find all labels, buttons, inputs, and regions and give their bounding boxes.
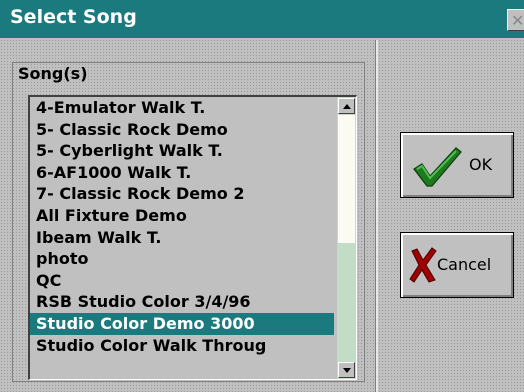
- title-bar: Select Song ✕: [0, 0, 524, 38]
- songs-group-label: Song(s): [18, 64, 88, 83]
- song-list: 4-Emulator Walk T. 5- Classic Rock Demo 5-…: [30, 97, 334, 356]
- list-scrollbar[interactable]: [337, 97, 356, 379]
- checkmark-icon: [411, 145, 463, 193]
- select-song-dialog: Select Song ✕ Song(s) 4-Emulator Walk T.…: [0, 0, 524, 392]
- cancel-button[interactable]: Cancel: [400, 232, 514, 298]
- cancel-button-label: Cancel: [437, 255, 492, 274]
- song-list-item[interactable]: photo: [30, 248, 334, 270]
- scroll-down-button[interactable]: [338, 362, 355, 378]
- song-list-item[interactable]: 4-Emulator Walk T.: [30, 97, 334, 119]
- song-listbox[interactable]: 4-Emulator Walk T. 5- Classic Rock Demo 5-…: [28, 95, 357, 380]
- panel-divider: [375, 40, 378, 392]
- scroll-up-button[interactable]: [338, 98, 355, 114]
- ok-button[interactable]: OK: [400, 132, 514, 198]
- x-mark-icon: [408, 247, 438, 287]
- close-icon: ✕: [511, 11, 524, 30]
- song-list-item[interactable]: Studio Color Walk Throug: [30, 335, 334, 357]
- song-list-item[interactable]: Studio Color Demo 3000: [30, 312, 334, 335]
- close-button[interactable]: ✕: [507, 9, 524, 31]
- window-title: Select Song: [10, 6, 137, 28]
- song-list-item[interactable]: RSB Studio Color 3/4/96: [30, 291, 334, 313]
- scroll-thumb[interactable]: [338, 115, 355, 243]
- song-list-item[interactable]: 6-AF1000 Walk T.: [30, 162, 334, 184]
- song-list-item[interactable]: QC: [30, 270, 334, 292]
- arrow-up-icon: [343, 104, 351, 109]
- song-list-item[interactable]: All Fixture Demo: [30, 205, 334, 227]
- song-list-item[interactable]: 5- Classic Rock Demo: [30, 119, 334, 141]
- song-list-item[interactable]: 5- Cyberlight Walk T.: [30, 140, 334, 162]
- song-list-item[interactable]: Ibeam Walk T.: [30, 227, 334, 249]
- arrow-down-icon: [343, 368, 351, 373]
- ok-button-label: OK: [469, 155, 493, 174]
- song-list-item[interactable]: 7- Classic Rock Demo 2: [30, 183, 334, 205]
